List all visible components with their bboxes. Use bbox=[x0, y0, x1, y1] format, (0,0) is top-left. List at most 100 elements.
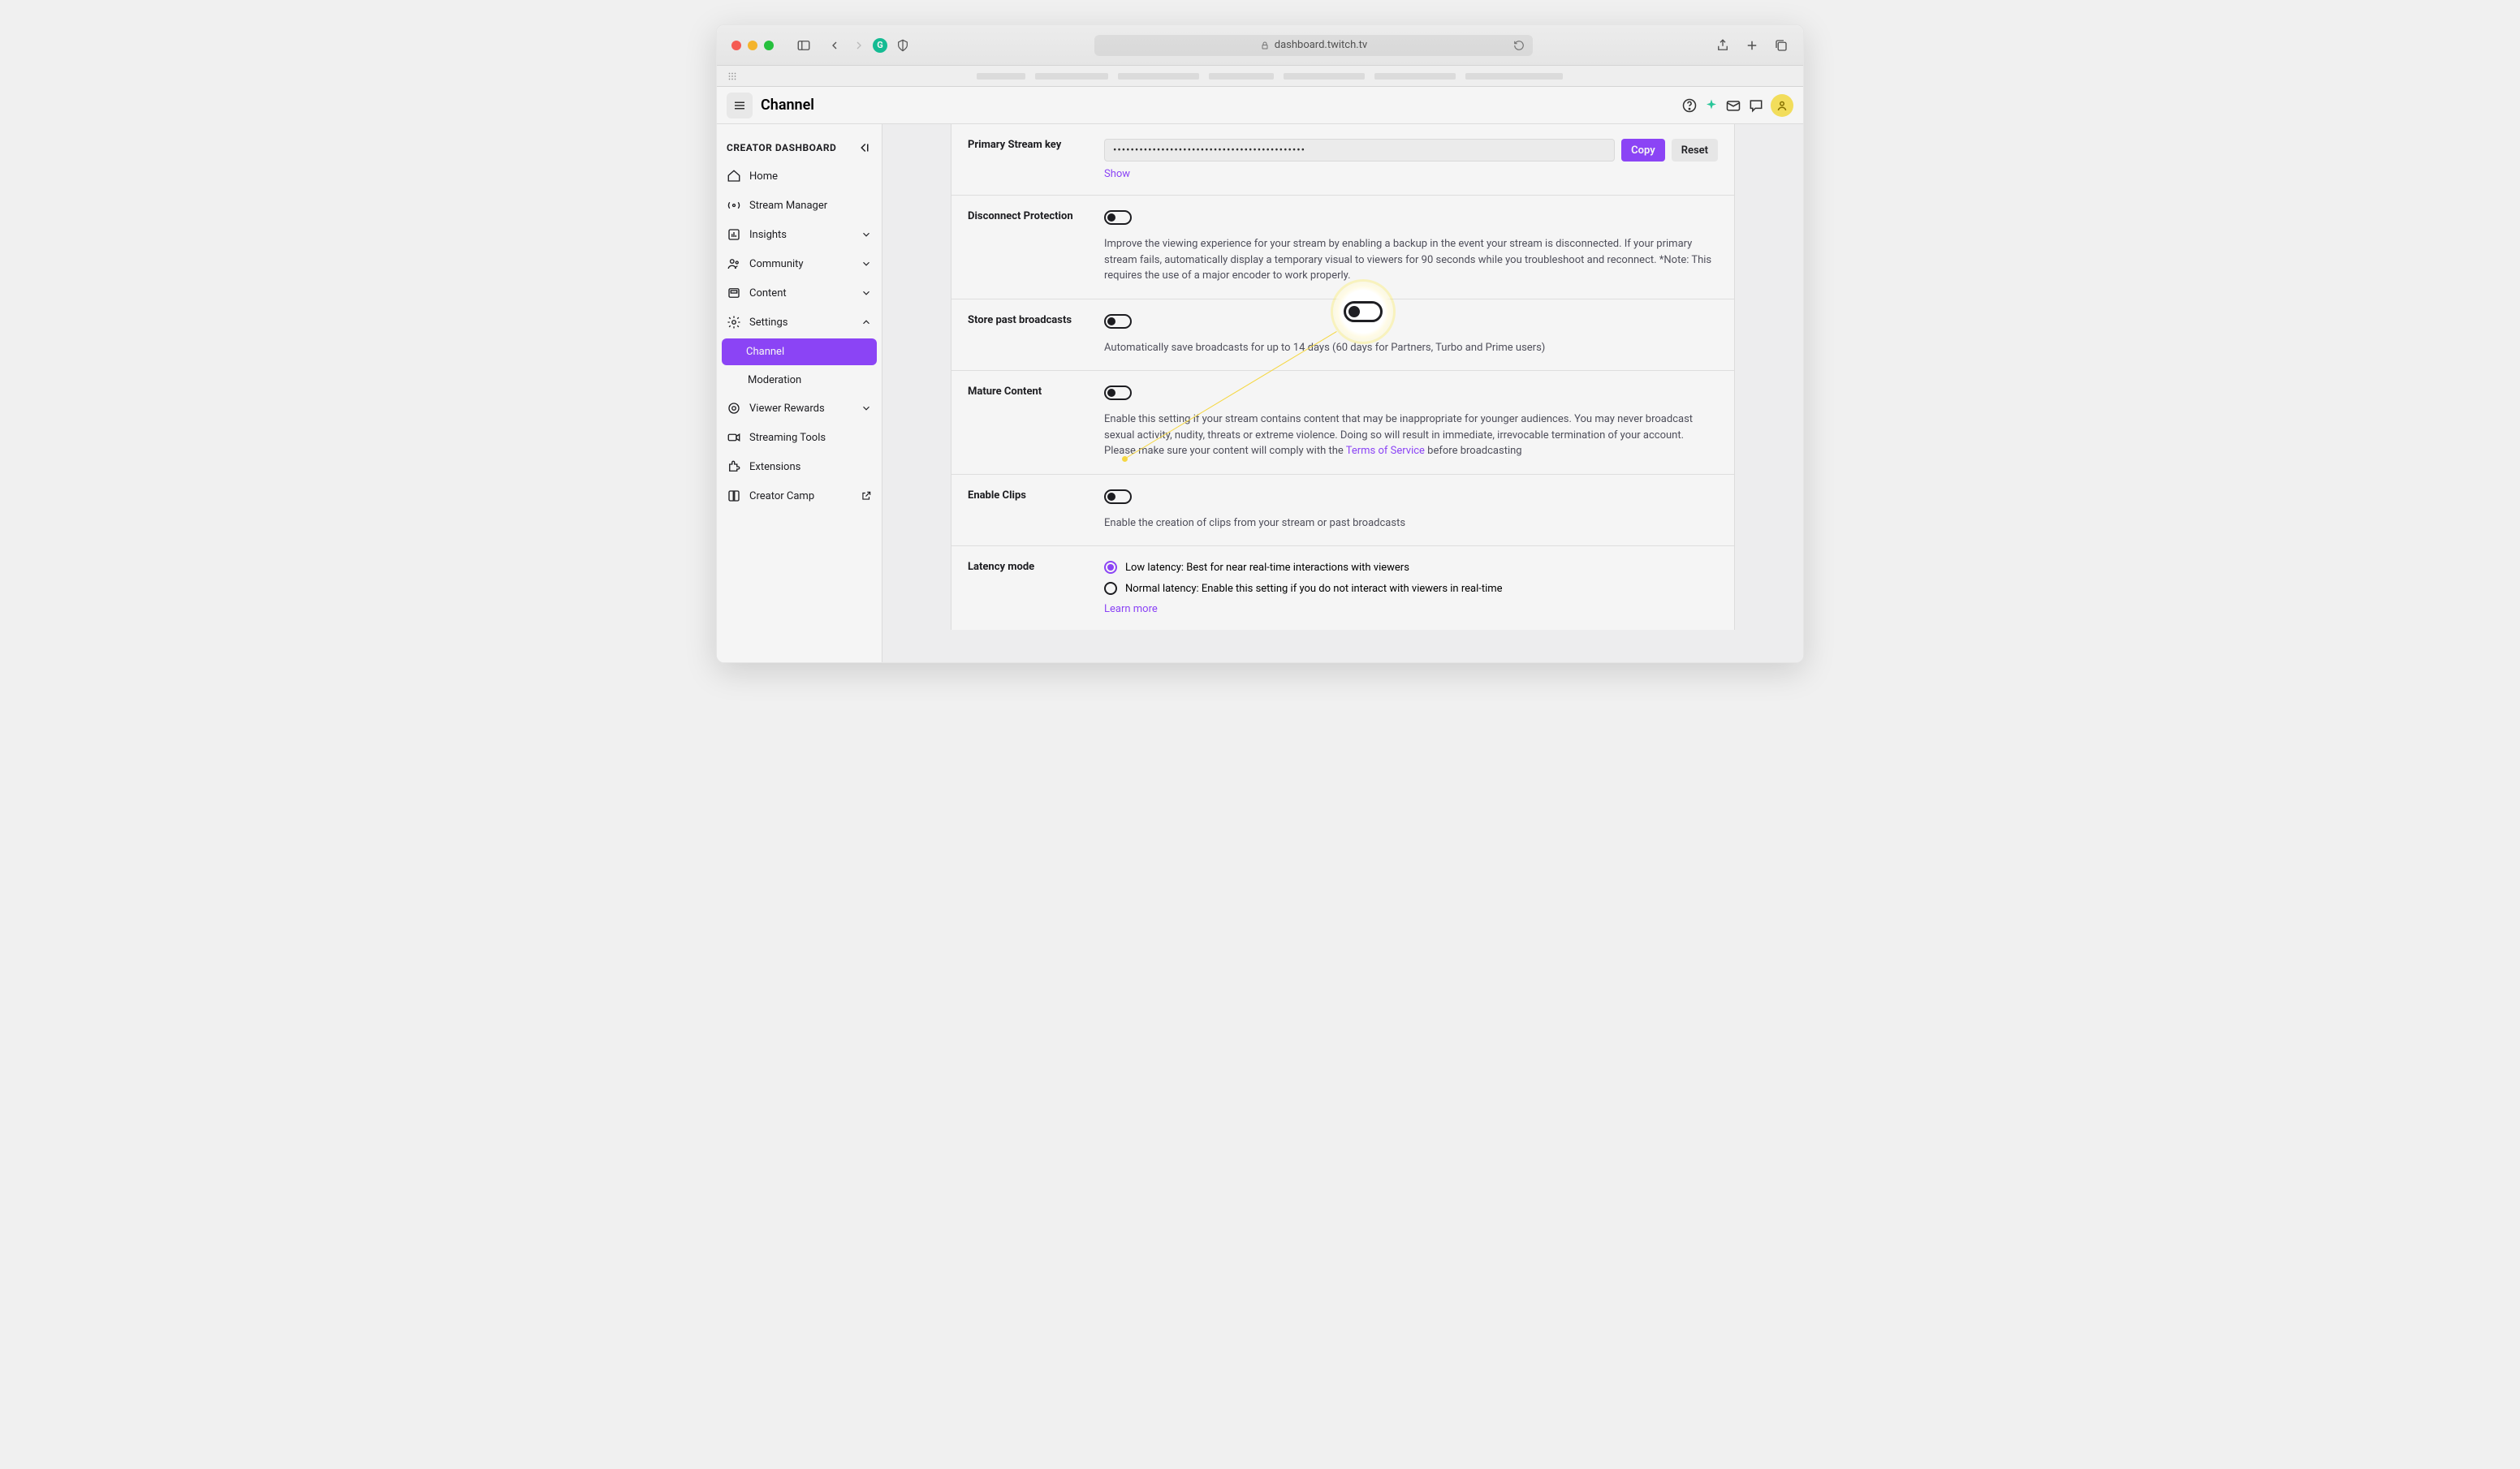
app-topbar: Channel bbox=[717, 87, 1803, 124]
privacy-shield-icon[interactable] bbox=[895, 38, 910, 53]
new-tab-icon[interactable] bbox=[1745, 38, 1759, 53]
url-text: dashboard.twitch.tv bbox=[1275, 39, 1367, 51]
apps-grid-icon[interactable] bbox=[727, 71, 738, 82]
help-icon[interactable] bbox=[1681, 97, 1698, 114]
copy-button[interactable]: Copy bbox=[1621, 139, 1665, 162]
broadcast-icon bbox=[727, 198, 741, 213]
radio-button[interactable] bbox=[1104, 582, 1117, 595]
back-button[interactable] bbox=[827, 38, 842, 53]
rewards-icon bbox=[727, 401, 741, 416]
stream-key-input[interactable]: ••••••••••••••••••••••••••••••••••••••••… bbox=[1104, 139, 1615, 162]
sidebar-item-community[interactable]: Community bbox=[717, 249, 882, 278]
maximize-window-button[interactable] bbox=[764, 41, 774, 50]
store-broadcasts-toggle[interactable] bbox=[1104, 314, 1132, 329]
bookmark-item[interactable] bbox=[1465, 73, 1563, 80]
book-icon bbox=[727, 489, 741, 503]
bookmark-item[interactable] bbox=[1374, 73, 1456, 80]
tabs-overview-icon[interactable] bbox=[1774, 38, 1789, 53]
sidebar-item-extensions[interactable]: Extensions bbox=[717, 452, 882, 481]
setting-mature-content: Mature Content Enable this setting if yo… bbox=[951, 371, 1734, 475]
content-area: Primary Stream key •••••••••••••••••••••… bbox=[882, 124, 1803, 662]
gear-icon bbox=[727, 315, 741, 330]
settings-panel: Primary Stream key •••••••••••••••••••••… bbox=[951, 124, 1735, 630]
terms-of-service-link[interactable]: Terms of Service bbox=[1346, 445, 1425, 457]
nav-label: Stream Manager bbox=[749, 200, 827, 212]
bookmark-item[interactable] bbox=[1035, 73, 1108, 80]
sidebar-header: CREATOR DASHBOARD bbox=[717, 134, 882, 162]
reload-button[interactable] bbox=[1512, 38, 1526, 53]
nav-label: Streaming Tools bbox=[749, 432, 826, 444]
lock-icon bbox=[1260, 41, 1270, 50]
external-link-icon bbox=[861, 490, 872, 502]
sparkle-icon[interactable] bbox=[1704, 98, 1719, 113]
disconnect-protection-toggle[interactable] bbox=[1104, 210, 1132, 225]
radio-label: Normal latency: Enable this setting if y… bbox=[1125, 583, 1503, 595]
nav-label: Home bbox=[749, 170, 778, 183]
sidebar-item-moderation[interactable]: Moderation bbox=[717, 367, 882, 394]
setting-description: Automatically save broadcasts for up to … bbox=[1104, 340, 1718, 356]
content-icon bbox=[727, 286, 741, 300]
traffic-lights bbox=[731, 41, 774, 50]
nav-label: Moderation bbox=[748, 374, 801, 386]
app-body: CREATOR DASHBOARD Home Stream Manager In… bbox=[717, 124, 1803, 662]
sidebar-item-channel[interactable]: Channel bbox=[722, 338, 877, 365]
chevron-down-icon bbox=[861, 229, 872, 240]
sidebar-item-viewer-rewards[interactable]: Viewer Rewards bbox=[717, 394, 882, 423]
latency-low-option[interactable]: Low latency: Best for near real-time int… bbox=[1104, 561, 1718, 574]
sidebar-item-creator-camp[interactable]: Creator Camp bbox=[717, 481, 882, 510]
latency-normal-option[interactable]: Normal latency: Enable this setting if y… bbox=[1104, 582, 1718, 595]
show-key-link[interactable]: Show bbox=[1104, 168, 1130, 180]
setting-label: Mature Content bbox=[968, 386, 1104, 459]
mature-content-toggle[interactable] bbox=[1104, 386, 1132, 400]
nav-label: Community bbox=[749, 258, 804, 270]
chevron-up-icon bbox=[861, 317, 872, 328]
nav-label: Settings bbox=[749, 317, 788, 329]
sidebar-item-content[interactable]: Content bbox=[717, 278, 882, 308]
bookmark-item[interactable] bbox=[1284, 73, 1365, 80]
sidebar-item-streaming-tools[interactable]: Streaming Tools bbox=[717, 423, 882, 452]
share-icon[interactable] bbox=[1715, 38, 1730, 53]
grammarly-extension-icon[interactable]: G bbox=[873, 38, 887, 53]
bookmark-item[interactable] bbox=[977, 73, 1025, 80]
nav-label: Channel bbox=[746, 346, 784, 358]
forward-button[interactable] bbox=[852, 38, 866, 53]
page-title: Channel bbox=[761, 97, 814, 114]
reset-button[interactable]: Reset bbox=[1672, 139, 1718, 162]
sidebar: CREATOR DASHBOARD Home Stream Manager In… bbox=[717, 124, 882, 662]
sidebar-item-settings[interactable]: Settings bbox=[717, 308, 882, 337]
browser-window: G dashboard.twitch.tv bbox=[716, 24, 1804, 663]
sidebar-toggle-icon[interactable] bbox=[796, 38, 811, 53]
chat-icon[interactable] bbox=[1748, 97, 1764, 114]
sidebar-item-home[interactable]: Home bbox=[717, 162, 882, 191]
url-bar[interactable]: dashboard.twitch.tv bbox=[1094, 35, 1533, 56]
menu-button[interactable] bbox=[727, 93, 753, 118]
radio-button[interactable] bbox=[1104, 561, 1117, 574]
setting-label: Primary Stream key bbox=[968, 139, 1104, 180]
community-icon bbox=[727, 256, 741, 271]
bookmark-item[interactable] bbox=[1209, 73, 1274, 80]
setting-label: Enable Clips bbox=[968, 489, 1104, 532]
chevron-down-icon bbox=[861, 403, 872, 414]
sidebar-item-stream-manager[interactable]: Stream Manager bbox=[717, 191, 882, 220]
close-window-button[interactable] bbox=[731, 41, 741, 50]
learn-more-link[interactable]: Learn more bbox=[1104, 603, 1158, 615]
bookmark-bar bbox=[717, 66, 1803, 87]
minimize-window-button[interactable] bbox=[748, 41, 757, 50]
home-icon bbox=[727, 169, 741, 183]
enable-clips-toggle[interactable] bbox=[1104, 489, 1132, 504]
setting-description: Improve the viewing experience for your … bbox=[1104, 236, 1718, 284]
nav-label: Creator Camp bbox=[749, 490, 814, 502]
nav-label: Viewer Rewards bbox=[749, 403, 825, 415]
collapse-sidebar-icon[interactable] bbox=[857, 140, 872, 155]
setting-latency-mode: Latency mode Low latency: Best for near … bbox=[951, 546, 1734, 630]
radio-label: Low latency: Best for near real-time int… bbox=[1125, 562, 1409, 574]
setting-enable-clips: Enable Clips Enable the creation of clip… bbox=[951, 475, 1734, 547]
inbox-icon[interactable] bbox=[1725, 97, 1741, 114]
avatar[interactable] bbox=[1771, 94, 1793, 117]
setting-label: Disconnect Protection bbox=[968, 210, 1104, 284]
setting-store-broadcasts: Store past broadcasts Automatically save… bbox=[951, 299, 1734, 372]
sidebar-item-insights[interactable]: Insights bbox=[717, 220, 882, 249]
bookmark-item[interactable] bbox=[1118, 73, 1199, 80]
chevron-down-icon bbox=[861, 258, 872, 269]
camera-icon bbox=[727, 430, 741, 445]
